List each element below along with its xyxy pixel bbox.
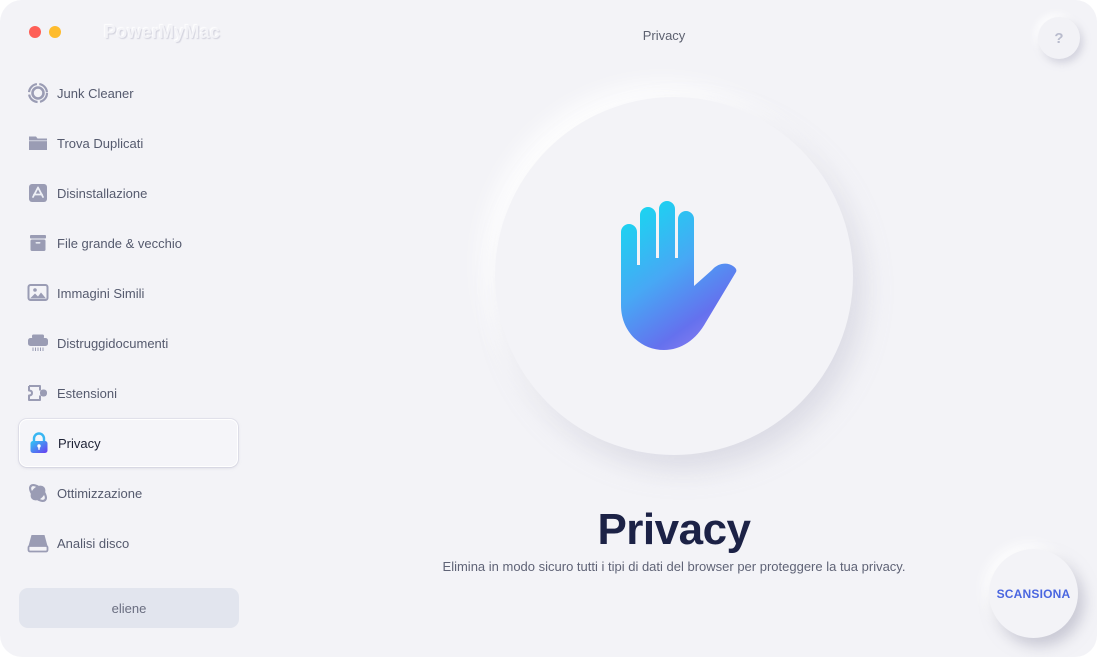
folder-icon [26,131,50,155]
orbit-icon [26,481,50,505]
sidebar-item-immagini-simili[interactable]: Immagini Simili [19,269,238,317]
archive-box-icon [26,231,50,255]
question-icon: ? [1054,29,1064,47]
sidebar-item-trova-duplicati[interactable]: Trova Duplicati [19,119,238,167]
app-store-icon [26,181,50,205]
sidebar-item-file-grande[interactable]: File grande & vecchio [19,219,238,267]
window-title: Privacy [642,28,686,43]
page-title: Privacy [597,505,751,554]
hand-stop-icon [621,201,737,350]
app-window: PowerMyMac Privacy ? Junk Cleaner Trova … [0,0,1097,657]
sidebar-item-label: Junk Cleaner [57,85,134,101]
puzzle-plug-icon [26,381,50,405]
sidebar-item-distruggidocumenti[interactable]: Distruggidocumenti [19,319,238,367]
sidebar-item-label: Trova Duplicati [57,135,144,151]
sidebar-item-label: Privacy [58,435,101,451]
sidebar-item-label: File grande & vecchio [57,235,183,251]
scan-button[interactable]: SCANSIONA [989,549,1078,638]
sidebar-item-label: Estensioni [57,385,117,401]
image-icon [26,281,50,305]
sidebar-item-estensioni[interactable]: Estensioni [19,369,238,417]
junk-cleaner-icon [26,81,50,105]
shredder-icon [26,331,50,355]
sidebar-item-disinstallazione[interactable]: Disinstallazione [19,169,238,217]
sidebar-item-label: Distruggidocumenti [57,335,169,351]
sidebar-item-label: Disinstallazione [57,185,148,201]
user-account-button[interactable]: eliene [19,588,239,628]
sidebar-item-label: Ottimizzazione [57,485,143,501]
help-button[interactable]: ? [1038,17,1080,59]
page-description: Elimina in modo sicuro tutti i tipi di d… [442,559,906,574]
sidebar-item-privacy[interactable]: Privacy [19,419,238,467]
lock-icon [27,431,51,455]
sidebar-item-junk-cleaner[interactable]: Junk Cleaner [19,69,238,117]
sidebar-item-label: Immagini Simili [57,285,145,301]
